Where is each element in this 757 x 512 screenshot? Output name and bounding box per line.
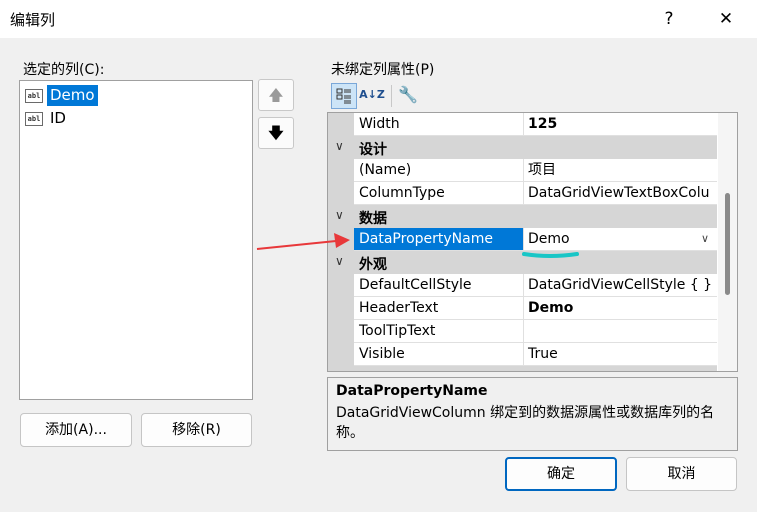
property-value[interactable]: DataGridViewTextBoxColu [524,182,717,205]
property-row-defaultcellstyle[interactable]: DefaultCellStyle DataGridViewCellStyle {… [328,274,717,297]
toolbar-separator [391,85,392,107]
move-up-button[interactable]: 🡅 [258,79,294,111]
property-name: HeaderText [354,297,524,320]
property-row-columntype[interactable]: ColumnType DataGridViewTextBoxColu [328,182,717,205]
property-row-datapropertyname[interactable]: DataPropertyName Demo ∨ [328,228,717,251]
ok-button[interactable]: 确定 [505,457,617,491]
property-name: ToolTipText [354,320,524,343]
move-down-button[interactable]: 🡇 [258,117,294,149]
scrollbar-thumb[interactable] [725,193,730,295]
property-name: (Name) [354,159,524,182]
column-name: Demo [47,85,98,106]
property-row-name[interactable]: (Name) 项目 [328,159,717,182]
arrow-down-icon: 🡇 [268,124,284,142]
abl-textbox-icon: abl [25,111,43,126]
chevron-down-icon[interactable]: ∨ [335,208,344,222]
cancel-button[interactable]: 取消 [626,457,737,491]
list-item[interactable]: abl Demo [25,84,98,107]
property-value[interactable]: Demo [524,297,717,320]
unbound-properties-label: 未绑定列属性(P) [331,62,435,78]
category-row-design[interactable]: ∨ 设计 [328,136,717,159]
category-name: 设计 [359,142,387,158]
property-value[interactable]: 125 [524,113,717,136]
arrow-up-icon: 🡅 [268,86,284,104]
remove-button[interactable]: 移除(R) [141,413,252,447]
selected-columns-label: 选定的列(C): [23,62,105,78]
description-pane: DataPropertyName DataGridViewColumn 绑定到的… [327,377,738,451]
window-title: 编辑列 [10,11,56,29]
list-item[interactable]: abl ID [25,107,69,130]
vertical-scrollbar[interactable] [718,113,737,371]
close-button[interactable]: ✕ [707,4,745,34]
help-button[interactable]: ? [652,4,686,34]
description-text: DataGridViewColumn 绑定到的数据源属性或数据库列的名称。 [336,405,715,441]
property-row-tooltiptext[interactable]: ToolTipText [328,320,717,343]
property-name: DefaultCellStyle [354,274,524,297]
title-bar [0,0,757,38]
property-value[interactable] [524,320,717,343]
abl-textbox-icon: abl [25,88,43,103]
chevron-down-icon[interactable]: ∨ [335,254,344,268]
category-name: 外观 [359,257,387,273]
property-pages-button[interactable]: 🔧 [395,83,421,109]
selected-columns-list[interactable]: abl Demo abl ID [19,80,253,400]
add-button[interactable]: 添加(A)... [20,413,132,447]
category-row-partial [328,366,717,371]
property-name: Visible [354,343,524,366]
category-row-data[interactable]: ∨ 数据 [328,205,717,228]
property-grid[interactable]: Width 125 ∨ 设计 (Name) 项目 ColumnType Data… [327,112,738,372]
property-name: DataPropertyName [354,228,524,251]
chevron-down-icon[interactable]: ∨ [335,139,344,153]
dropdown-chevron-icon[interactable]: ∨ [694,228,716,251]
property-value[interactable]: DataGridViewCellStyle { } [524,274,717,297]
property-value[interactable]: True [524,343,717,366]
property-value-input[interactable]: Demo [524,228,717,251]
property-name: Width [354,113,524,136]
property-value[interactable]: 项目 [524,159,717,182]
alphabetical-button[interactable]: A↓Z [359,83,385,109]
description-title: DataPropertyName [336,383,488,399]
category-row-appearance[interactable]: ∨ 外观 [328,251,717,274]
categorized-button[interactable] [331,83,357,109]
property-name: ColumnType [354,182,524,205]
property-row-visible[interactable]: Visible True [328,343,717,366]
property-row-headertext[interactable]: HeaderText Demo [328,297,717,320]
categorized-icon [336,88,351,104]
column-name: ID [50,109,66,127]
sort-az-icon: A↓Z [359,88,385,101]
property-row-width[interactable]: Width 125 [328,113,717,136]
category-name: 数据 [359,211,387,227]
wrench-icon: 🔧 [398,85,418,104]
annotation-arrow [256,240,337,250]
